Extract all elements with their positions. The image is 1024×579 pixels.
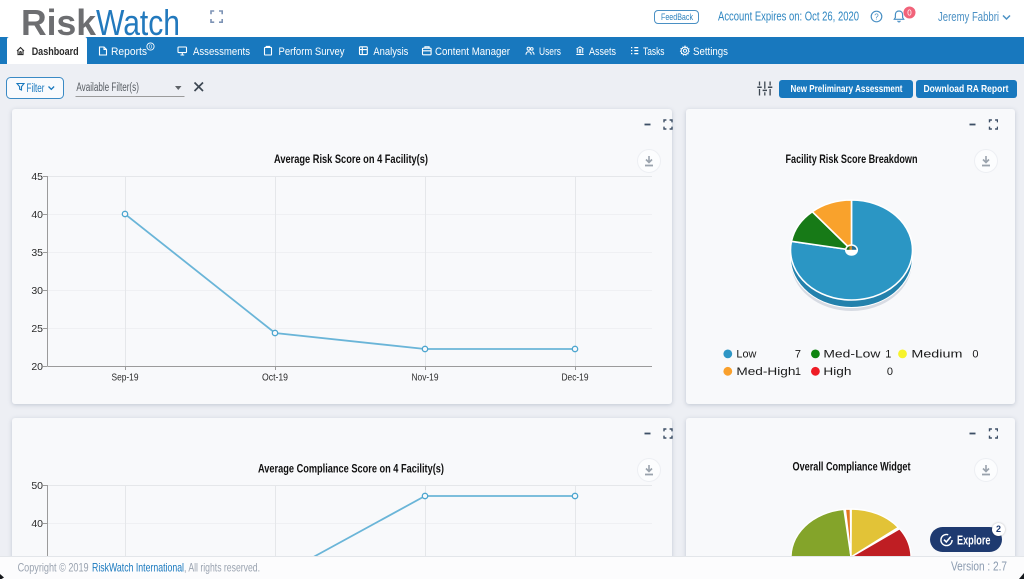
svg-text:Nov-19: Nov-19 [412,372,439,384]
svg-text:Med-Low: Med-Low [823,349,880,361]
svg-text:45: 45 [31,171,43,183]
svg-text:40: 40 [31,209,43,221]
svg-text:0: 0 [149,45,152,51]
svg-text:35: 35 [31,247,43,259]
svg-text:Copyright © 2019: Copyright © 2019 [18,561,89,575]
svg-text:Oct-19: Oct-19 [262,372,288,384]
svg-text:?: ? [874,13,879,22]
svg-text:Account Expires on: Oct 26, 20: Account Expires on: Oct 26, 2020 [718,10,859,24]
svg-text:, All rights reserved.: , All rights reserved. [184,561,260,575]
svg-text:25: 25 [31,323,43,335]
svg-text:50: 50 [31,480,43,492]
svg-text:Overall Compliance Widget: Overall Compliance Widget [793,462,911,474]
svg-text:20: 20 [31,361,43,373]
svg-text:Perform Survey: Perform Survey [279,46,345,58]
svg-text:1: 1 [885,349,891,361]
svg-text:Medium: Medium [911,349,962,361]
svg-text:0: 0 [907,8,912,17]
svg-text:Dec-19: Dec-19 [562,372,589,384]
svg-text:Reports: Reports [111,46,147,58]
svg-text:Assessments: Assessments [193,46,250,58]
svg-text:FeedBack: FeedBack [661,12,693,22]
svg-text:1: 1 [795,366,801,378]
svg-text:7: 7 [795,349,801,361]
svg-text:Risk: Risk [21,2,97,37]
svg-text:Dashboard: Dashboard [32,46,79,58]
svg-text:Facility Risk Score Breakdown: Facility Risk Score Breakdown [786,154,918,166]
svg-text:Version : 2.7: Version : 2.7 [951,560,1007,574]
svg-text:40: 40 [31,518,43,530]
svg-text:Med-High: Med-High [736,366,795,378]
svg-text:Download RA Report: Download RA Report [924,83,1009,95]
svg-text:Average Compliance Score on 4: Average Compliance Score on 4 Facility(s… [258,464,444,476]
svg-text:Available Filter(s): Available Filter(s) [76,82,139,94]
svg-text:High: High [823,366,851,378]
svg-text:30: 30 [31,285,43,297]
svg-text:Jeremy Fabbri: Jeremy Fabbri [938,9,999,24]
svg-text:Low: Low [736,349,756,361]
svg-text:0: 0 [972,349,978,361]
svg-text:Tasks: Tasks [643,46,665,58]
svg-text:Sep-19: Sep-19 [112,372,139,384]
svg-text:Average Risk Score on 4 Facili: Average Risk Score on 4 Facility(s) [274,154,428,166]
svg-text:Settings: Settings [693,46,728,58]
svg-text:0: 0 [887,366,893,378]
svg-text:Filter: Filter [27,83,45,95]
svg-text:Users: Users [539,46,561,58]
svg-text:Explore: Explore [957,534,991,548]
svg-text:Watch: Watch [96,2,180,37]
svg-text:New Preliminary Assessment: New Preliminary Assessment [791,83,903,95]
svg-text:Analysis: Analysis [373,46,408,58]
svg-text:Assets: Assets [589,46,616,58]
svg-text:Content Manager: Content Manager [435,46,510,58]
svg-text:RiskWatch International: RiskWatch International [92,561,184,575]
